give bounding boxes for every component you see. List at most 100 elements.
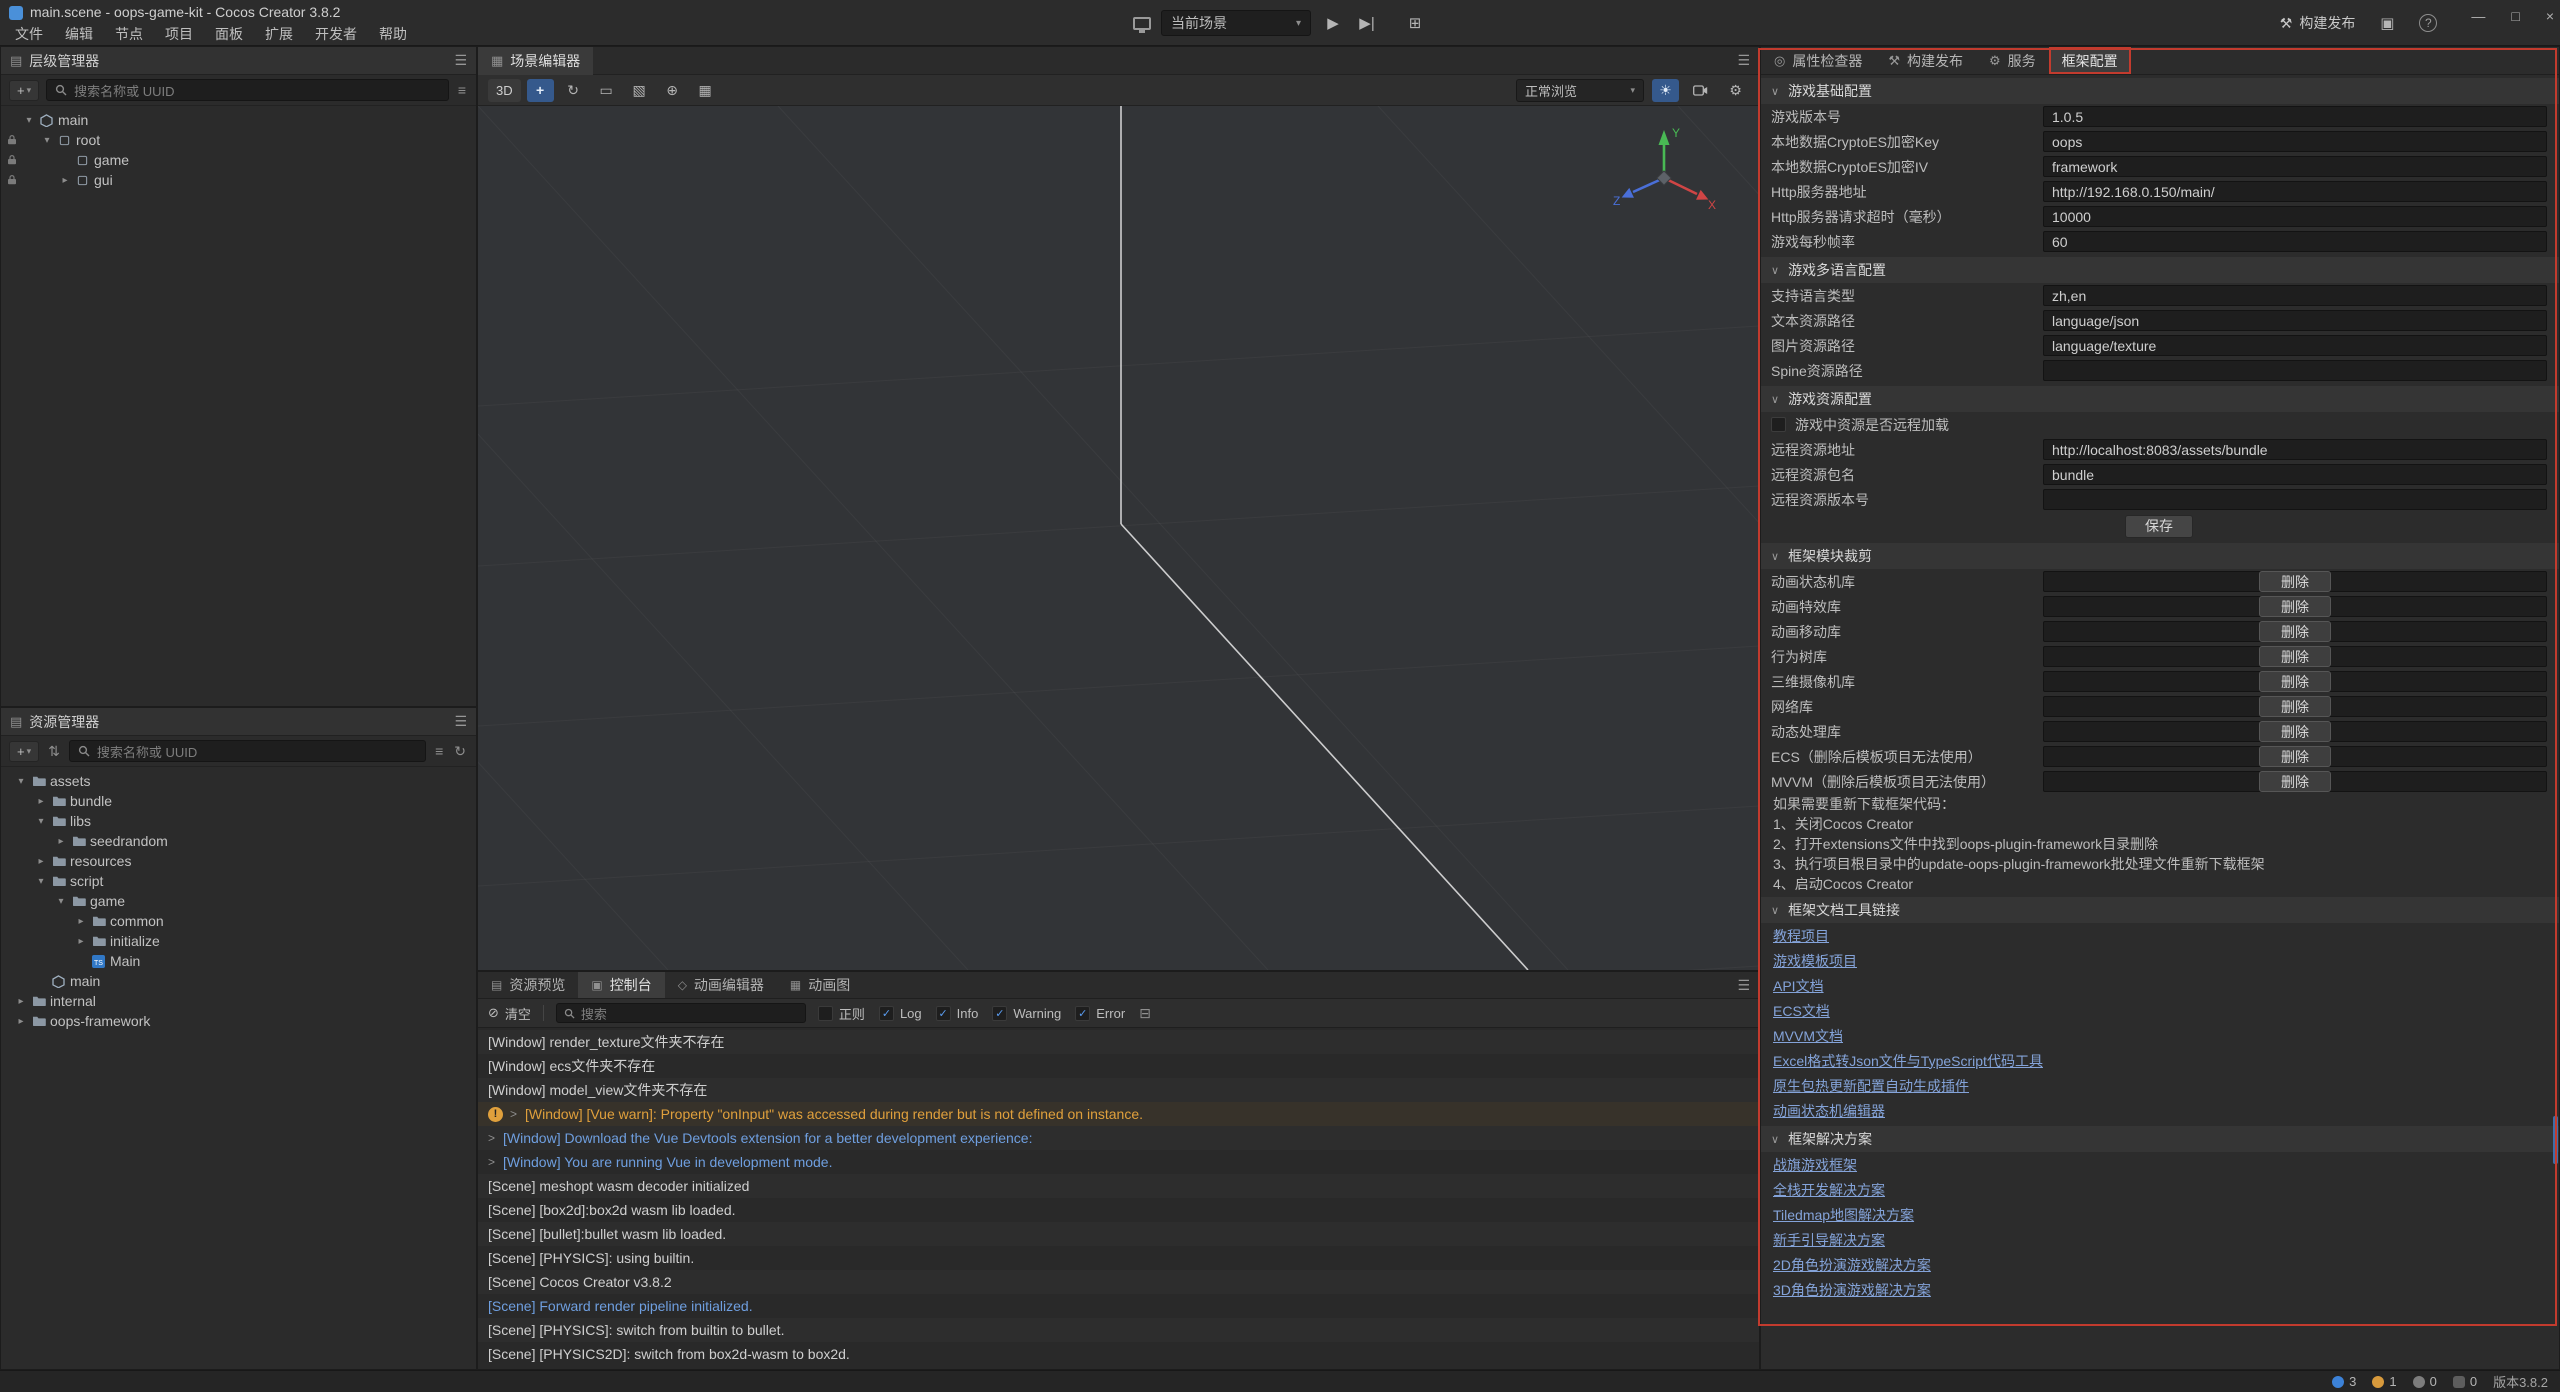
lock-icon[interactable]: [7, 174, 17, 185]
step-frame-button[interactable]: ▶|: [1355, 11, 1379, 35]
tab-构建发布[interactable]: ⚒构建发布: [1875, 47, 1976, 74]
checkbox-Warning[interactable]: ✓: [992, 1006, 1007, 1021]
log-row[interactable]: [Scene] [PHYSICS2D]: switch from box2d-w…: [478, 1342, 1759, 1366]
filter-icon[interactable]: ≡: [456, 82, 468, 98]
expand-arrow[interactable]: ▸: [53, 836, 69, 847]
expand-arrow[interactable]: ▸: [33, 856, 49, 867]
sort-icon[interactable]: ⇅: [46, 743, 62, 760]
save-button[interactable]: 保存: [2125, 515, 2193, 538]
scene-select[interactable]: 当前场景 ▾: [1161, 10, 1311, 36]
checkbox-Info[interactable]: ✓: [936, 1006, 951, 1021]
tree-item-bundle[interactable]: ▸bundle: [1, 791, 476, 811]
delete-button-动画移动库[interactable]: 删除: [2259, 621, 2331, 642]
tree-item-script[interactable]: ▾script: [1, 871, 476, 891]
expand-chevron-icon[interactable]: >: [510, 1107, 517, 1121]
tree-item-gui[interactable]: ▸gui: [1, 170, 476, 190]
log-row[interactable]: >[Window] You are running Vue in develop…: [478, 1150, 1759, 1174]
tab-框架配置[interactable]: 框架配置: [2049, 47, 2131, 74]
section-header-框架模块裁剪[interactable]: ∨框架模块裁剪: [1761, 543, 2559, 569]
log-row[interactable]: !>[Window] [Vue warn]: Property "onInput…: [478, 1102, 1759, 1126]
link-ECS文档[interactable]: ECS文档: [1761, 998, 2559, 1023]
menu-开发者[interactable]: 开发者: [304, 24, 368, 44]
section-header-游戏基础配置[interactable]: ∨游戏基础配置: [1761, 78, 2559, 104]
snap-toggle-icon[interactable]: ▦: [692, 79, 719, 102]
link-原生包热更新配置自动生成插件[interactable]: 原生包热更新配置自动生成插件: [1761, 1073, 2559, 1098]
log-row[interactable]: [Scene] Cocos Creator v3.8.2: [478, 1270, 1759, 1294]
log-row[interactable]: [Scene] [PHYSICS]: using builtin.: [478, 1246, 1759, 1270]
text-input-Http服务器地址[interactable]: http://192.168.0.150/main/: [2043, 181, 2547, 202]
console-search-input[interactable]: 搜索: [556, 1003, 806, 1023]
tab-服务[interactable]: ⚙服务: [1976, 47, 2049, 74]
lighting-toggle-icon[interactable]: ☀: [1652, 79, 1679, 102]
text-input-本地数据CryptoES加密IV[interactable]: framework: [2043, 156, 2547, 177]
expand-arrow[interactable]: ▾: [33, 816, 49, 827]
menu-扩展[interactable]: 扩展: [254, 24, 304, 44]
expand-arrow[interactable]: ▾: [53, 896, 69, 907]
tree-item-Main[interactable]: TSMain: [1, 951, 476, 971]
text-input-图片资源路径[interactable]: language/texture: [2043, 335, 2547, 356]
tab-动画编辑器[interactable]: ◇动画编辑器: [665, 972, 777, 998]
create-asset-button[interactable]: +▾: [9, 741, 39, 762]
link-教程项目[interactable]: 教程项目: [1761, 923, 2559, 948]
notification-count[interactable]: 0: [2453, 1374, 2477, 1389]
delete-button-三维摄像机库[interactable]: 删除: [2259, 671, 2331, 692]
tree-item-libs[interactable]: ▾libs: [1, 811, 476, 831]
minimize-button[interactable]: —: [2471, 8, 2485, 24]
text-input-游戏版本号[interactable]: 1.0.5: [2043, 106, 2547, 127]
assets-search-input[interactable]: 搜索名称或 UUID: [69, 740, 426, 762]
mode-3d-toggle[interactable]: 3D: [488, 79, 521, 102]
collapse-logs-icon[interactable]: ⊟: [1137, 1005, 1153, 1022]
section-header-框架文档工具链接[interactable]: ∨框架文档工具链接: [1761, 897, 2559, 923]
section-header-框架解决方案[interactable]: ∨框架解决方案: [1761, 1126, 2559, 1152]
text-input-远程资源版本号[interactable]: [2043, 489, 2547, 510]
delete-button-MVVM（删除后模板项目无法使用）[interactable]: 删除: [2259, 771, 2331, 792]
panel-menu-icon[interactable]: ☰: [1737, 52, 1759, 69]
close-button[interactable]: ×: [2546, 8, 2554, 24]
log-row[interactable]: [Window] model_view文件夹不存在: [478, 1078, 1759, 1102]
build-publish-button[interactable]: ⚒ 构建发布: [2280, 13, 2356, 33]
play-button[interactable]: ▶: [1321, 11, 1345, 35]
expand-chevron-icon[interactable]: >: [488, 1131, 495, 1145]
menu-文件[interactable]: 文件: [4, 24, 54, 44]
link-Tiledmap地图解决方案[interactable]: Tiledmap地图解决方案: [1761, 1202, 2559, 1227]
log-row[interactable]: [Scene] [box2d]:box2d wasm lib loaded.: [478, 1198, 1759, 1222]
expand-arrow[interactable]: ▸: [13, 1016, 29, 1027]
gear-icon[interactable]: ⚙: [1722, 79, 1749, 102]
text-input-文本资源路径[interactable]: language/json: [2043, 310, 2547, 331]
tree-item-main[interactable]: main: [1, 971, 476, 991]
menu-编辑[interactable]: 编辑: [54, 24, 104, 44]
filter-Warning[interactable]: ✓Warning: [992, 1006, 1061, 1021]
move-tool-icon[interactable]: +: [527, 79, 554, 102]
tree-item-root[interactable]: ▾root: [1, 130, 476, 150]
collapse-arrow-icon[interactable]: ∨: [1771, 85, 1779, 98]
filter-icon[interactable]: ≡: [433, 743, 445, 759]
checkbox-游戏中资源是否远程加载[interactable]: [1771, 417, 1786, 432]
package-icon[interactable]: ▣: [2375, 11, 2399, 35]
link-全栈开发解决方案[interactable]: 全栈开发解决方案: [1761, 1177, 2559, 1202]
link-MVVM文档[interactable]: MVVM文档: [1761, 1023, 2559, 1048]
checkbox-Error[interactable]: ✓: [1075, 1006, 1090, 1021]
panel-menu-icon[interactable]: ☰: [1737, 977, 1750, 994]
collapse-arrow-icon[interactable]: ∨: [1771, 1133, 1779, 1146]
tab-动画图[interactable]: ▦动画图: [777, 972, 863, 998]
delete-button-行为树库[interactable]: 删除: [2259, 646, 2331, 667]
text-input-本地数据CryptoES加密Key[interactable]: oops: [2043, 131, 2547, 152]
delete-button-网络库[interactable]: 删除: [2259, 696, 2331, 717]
lock-icon[interactable]: [7, 134, 17, 145]
tree-item-resources[interactable]: ▸resources: [1, 851, 476, 871]
expand-arrow[interactable]: ▸: [13, 996, 29, 1007]
expand-arrow[interactable]: ▾: [39, 135, 55, 146]
tab-属性检查器[interactable]: ◎属性检查器: [1761, 47, 1875, 74]
tree-item-common[interactable]: ▸common: [1, 911, 476, 931]
rect-tool-icon[interactable]: ▭: [593, 79, 620, 102]
link-游戏模板项目[interactable]: 游戏模板项目: [1761, 948, 2559, 973]
link-战旗游戏框架[interactable]: 战旗游戏框架: [1761, 1152, 2559, 1177]
expand-arrow[interactable]: ▸: [73, 916, 89, 927]
tree-item-oops-framework[interactable]: ▸oops-framework: [1, 1011, 476, 1031]
expand-arrow[interactable]: ▸: [33, 796, 49, 807]
expand-arrow[interactable]: ▾: [21, 115, 37, 126]
maximize-button[interactable]: □: [2511, 8, 2519, 24]
delete-button-动态处理库[interactable]: 删除: [2259, 721, 2331, 742]
expand-chevron-icon[interactable]: >: [488, 1155, 495, 1169]
filter-正则[interactable]: 正则: [818, 1004, 865, 1023]
